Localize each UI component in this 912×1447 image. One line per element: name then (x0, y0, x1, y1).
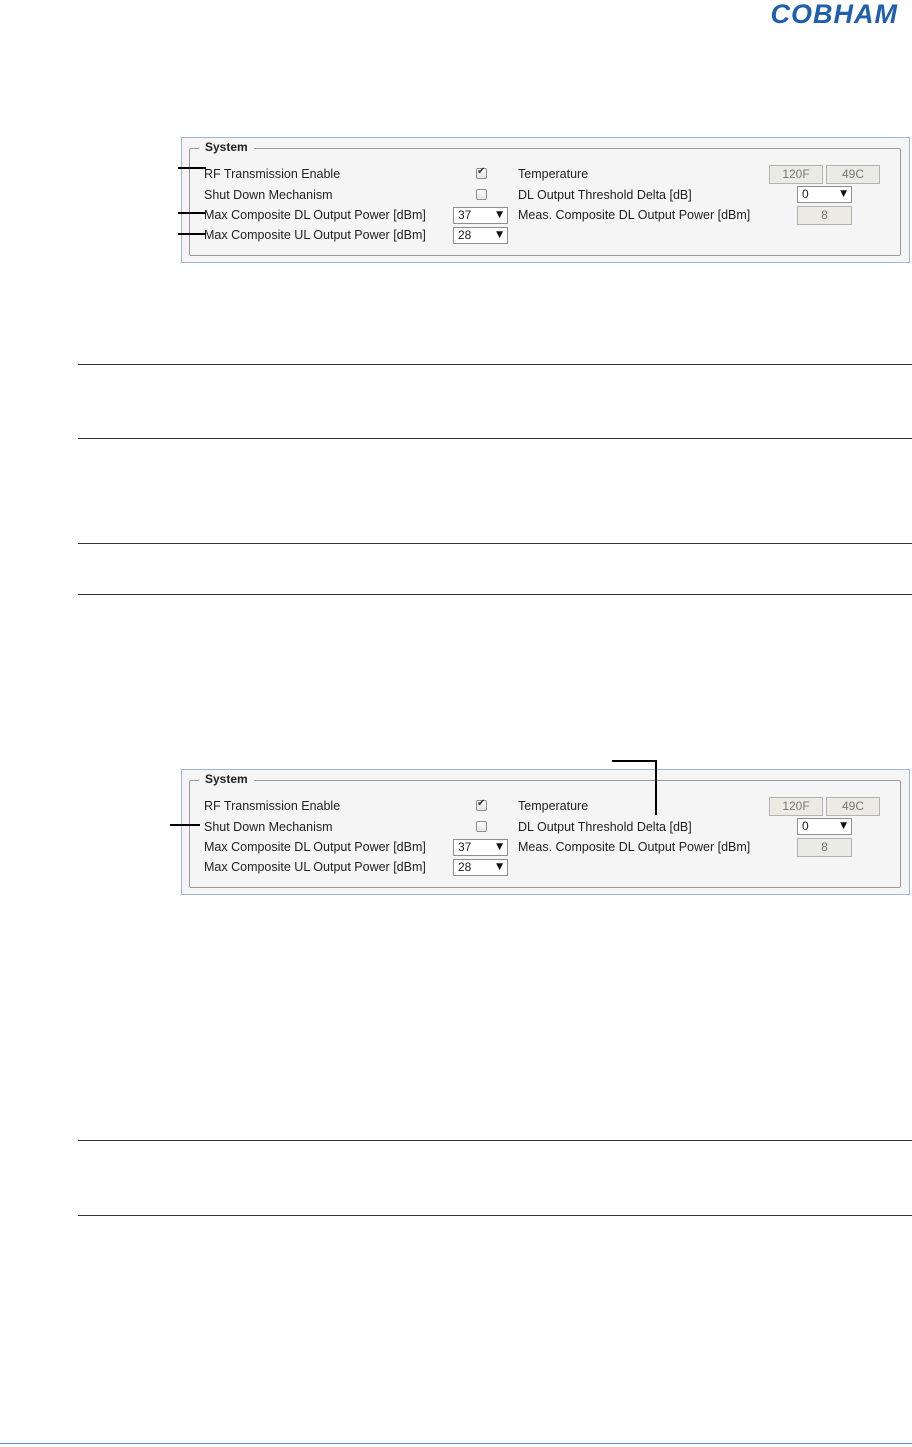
rf-transmission-label: RF Transmission Enable (204, 799, 341, 813)
fieldset-legend: System (199, 772, 254, 786)
dropdown-arrow-icon: ▼ (496, 210, 503, 220)
footer-rule (0, 1443, 912, 1444)
temperature-c-field: 49C (826, 797, 880, 816)
max-dl-power-label: Max Composite DL Output Power [dBm] (204, 208, 426, 222)
logo-text: COBHAM (771, 0, 899, 26)
shutdown-mechanism-checkbox[interactable] (476, 189, 487, 200)
system-panel-2: System RF Transmission Enable Shut Down … (181, 769, 910, 895)
shutdown-mechanism-label: Shut Down Mechanism (204, 188, 333, 202)
dropdown-arrow-icon: ▼ (840, 821, 847, 831)
system-panel-1: System RF Transmission Enable Shut Down … (181, 137, 910, 263)
max-ul-power-label: Max Composite UL Output Power [dBm] (204, 228, 426, 242)
dropdown-arrow-icon: ▼ (496, 230, 503, 240)
rf-transmission-checkbox[interactable] (476, 798, 487, 811)
max-ul-power-value: 28 (458, 860, 472, 874)
table-rule (78, 594, 912, 595)
max-dl-power-label: Max Composite DL Output Power [dBm] (204, 840, 426, 854)
table-rule (78, 1215, 912, 1216)
meas-dl-power-field: 8 (797, 206, 852, 225)
dl-threshold-select[interactable]: 0 ▼ (797, 186, 852, 203)
callout-line (655, 760, 657, 815)
meas-dl-power-label: Meas. Composite DL Output Power [dBm] (518, 208, 751, 222)
callout-line (170, 824, 200, 826)
max-dl-power-value: 37 (458, 208, 472, 222)
dl-threshold-value: 0 (802, 819, 809, 833)
table-rule (78, 1140, 912, 1141)
table-rule (78, 543, 912, 544)
table-rule (78, 438, 912, 439)
temperature-c-field: 49C (826, 165, 880, 184)
dropdown-arrow-icon: ▼ (840, 189, 847, 199)
max-ul-power-label: Max Composite UL Output Power [dBm] (204, 860, 426, 874)
dropdown-arrow-icon: ▼ (496, 862, 503, 872)
max-dl-power-select[interactable]: 37 ▼ (453, 839, 508, 856)
temperature-label: Temperature (518, 799, 589, 813)
cobham-logo: COBHAM (771, 0, 899, 26)
meas-dl-power-field: 8 (797, 838, 852, 857)
rf-transmission-checkbox[interactable] (476, 166, 487, 179)
max-dl-power-value: 37 (458, 840, 472, 854)
callout-line (178, 167, 206, 169)
temperature-label: Temperature (518, 167, 589, 181)
dropdown-arrow-icon: ▼ (496, 842, 503, 852)
dl-threshold-label: DL Output Threshold Delta [dB] (518, 820, 692, 834)
callout-line (612, 760, 657, 762)
callout-line (178, 233, 206, 235)
max-ul-power-select[interactable]: 28 ▼ (453, 227, 508, 244)
shutdown-mechanism-label: Shut Down Mechanism (204, 820, 333, 834)
table-rule (78, 364, 912, 365)
dl-threshold-label: DL Output Threshold Delta [dB] (518, 188, 692, 202)
callout-line (178, 212, 206, 214)
temperature-f-field: 120F (769, 165, 823, 184)
fieldset-legend: System (199, 140, 254, 154)
dl-threshold-select[interactable]: 0 ▼ (797, 818, 852, 835)
shutdown-mechanism-checkbox[interactable] (476, 821, 487, 832)
max-ul-power-select[interactable]: 28 ▼ (453, 859, 508, 876)
dl-threshold-value: 0 (802, 187, 809, 201)
max-ul-power-value: 28 (458, 228, 472, 242)
temperature-f-field: 120F (769, 797, 823, 816)
rf-transmission-label: RF Transmission Enable (204, 167, 341, 181)
max-dl-power-select[interactable]: 37 ▼ (453, 207, 508, 224)
meas-dl-power-label: Meas. Composite DL Output Power [dBm] (518, 840, 751, 854)
